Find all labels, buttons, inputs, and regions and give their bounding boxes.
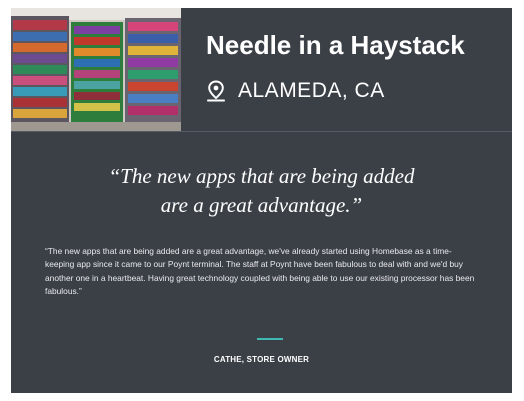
- headline-line-1: “The new apps that are being added: [108, 164, 415, 188]
- testimonial-headline: “The new apps that are being added are a…: [31, 162, 492, 220]
- headline-line-2: are a great advantage.”: [160, 193, 363, 217]
- store-photo: [11, 8, 181, 131]
- accent-divider: [257, 338, 283, 340]
- store-location: ALAMEDA, CA: [206, 78, 385, 104]
- map-pin-icon: [206, 80, 226, 102]
- header-divider: [11, 131, 512, 132]
- testimonial-attribution: CATHE, STORE OWNER: [213, 355, 310, 364]
- testimonial-body: “The new apps that are being added are a…: [45, 246, 475, 297]
- location-text: ALAMEDA, CA: [238, 79, 385, 102]
- store-name: Needle in a Haystack: [206, 30, 465, 60]
- store-info: Needle in a Haystack ALAMEDA, CA: [206, 8, 512, 131]
- testimonial-card: Needle in a Haystack ALAMEDA, CA “The ne…: [11, 8, 512, 393]
- store-header: Needle in a Haystack ALAMEDA, CA: [11, 8, 512, 131]
